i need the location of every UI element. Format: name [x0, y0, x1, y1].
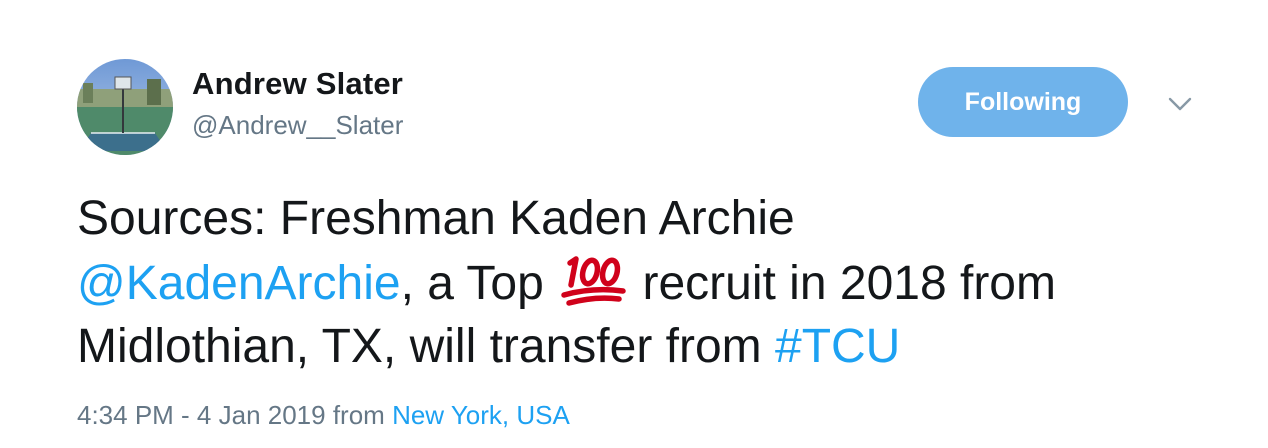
location-link[interactable]: New York, USA: [392, 400, 570, 430]
tweet-meta: 4:34 PM - 4 Jan 2019 from New York, USA: [77, 400, 570, 431]
tweet-card: Andrew Slater @Andrew__Slater Following …: [0, 0, 1268, 448]
tweet-text-segment: recruit in 2018 from: [629, 257, 1056, 310]
tweet-text-segment: Sources: Freshman Kaden Archie: [77, 192, 795, 245]
author-handle[interactable]: @Andrew__Slater: [192, 110, 403, 141]
tweet-line-2: @KadenArchie, a Top recruit in 2018 from: [77, 251, 1237, 315]
mention-link[interactable]: @KadenArchie: [77, 257, 401, 310]
tweet-line-1: Sources: Freshman Kaden Archie: [77, 187, 1237, 251]
from-label: from: [325, 400, 393, 430]
tweet-text-segment: Midlothian, TX, will transfer from: [77, 320, 775, 373]
tweet-text-segment: , a Top: [400, 257, 558, 310]
tweet-line-3: Midlothian, TX, will transfer from #TCU: [77, 315, 1237, 379]
chevron-down-icon[interactable]: [1166, 92, 1194, 116]
avatar[interactable]: [77, 59, 173, 155]
avatar-image: [77, 59, 173, 155]
author-name[interactable]: Andrew Slater: [192, 66, 403, 102]
tweet-text: Sources: Freshman Kaden Archie @KadenArc…: [77, 187, 1237, 379]
following-button[interactable]: Following: [918, 67, 1128, 137]
hundred-points-emoji: [557, 251, 629, 307]
hashtag-link[interactable]: #TCU: [775, 320, 900, 373]
timestamp[interactable]: 4:34 PM - 4 Jan 2019: [77, 400, 326, 430]
